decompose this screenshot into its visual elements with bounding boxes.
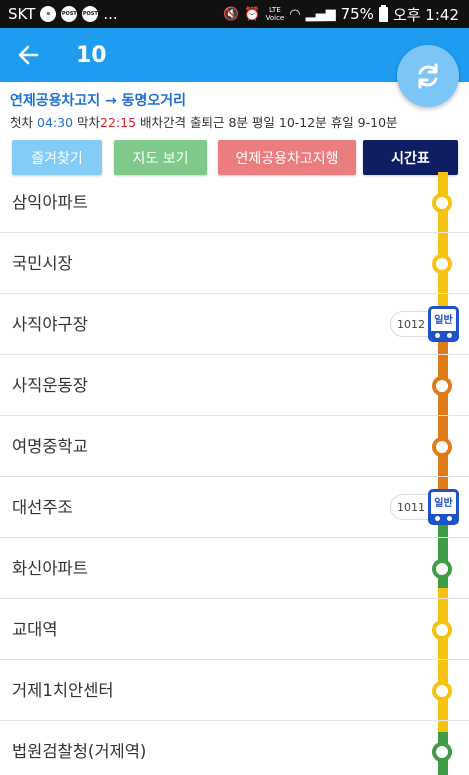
bus-wheel (447, 516, 452, 521)
stop-name: 사직야구장 (12, 315, 88, 334)
route-schedule: 첫차 04:30 막차22:15 배차간격 출퇴근 8분 평일 10-12분 휴… (10, 112, 398, 134)
stop-name: 교대역 (12, 620, 58, 639)
stop-row[interactable]: 화신아파트 (0, 538, 469, 599)
stop-node (432, 559, 452, 579)
stop-row[interactable]: 교대역 (0, 599, 469, 660)
route-info: 연제공용차고지 → 동명오거리 첫차 04:30 막차22:15 배차간격 출퇴… (10, 90, 398, 134)
bus-type-label: 일반 (434, 315, 453, 326)
stop-name: 사직운동장 (12, 376, 88, 395)
bus-wheel (435, 516, 440, 521)
bus-type-label: 일반 (434, 498, 453, 509)
bus-icon[interactable]: 일반 (428, 489, 459, 525)
stop-row[interactable]: 삼익아파트 (0, 172, 469, 233)
battery-percent: 75% (340, 5, 374, 23)
refresh-button[interactable] (397, 45, 459, 107)
refresh-icon (418, 63, 438, 89)
chat-icon: ≋ (40, 6, 57, 22)
carrier-label: SKT (8, 5, 36, 23)
stop-node (432, 254, 452, 274)
route-direction: 연제공용차고지 → 동명오거리 (10, 93, 187, 109)
timetable-button[interactable]: 시간표 (363, 140, 458, 175)
stop-name: 대선주조 (12, 498, 73, 517)
status-right: 🔇 ⏰ LTE Voice ◠ ▂▄▆ 75% 오후 1:42 (223, 4, 459, 25)
arrow-left-icon (18, 45, 39, 65)
status-left: SKT ≋ POST POST ... (8, 5, 118, 23)
favorite-button[interactable]: 즐겨찾기 (12, 140, 102, 175)
stop-row[interactable]: 국민시장 (0, 233, 469, 294)
map-view-button[interactable]: 지도 보기 (114, 140, 207, 175)
voice-label: Voice (265, 14, 285, 22)
more-notifications: ... (103, 5, 118, 23)
alarm-icon: ⏰ (244, 6, 261, 22)
stop-node (432, 376, 452, 396)
stop-row[interactable]: 거제1치안센터 (0, 660, 469, 721)
bus-icon[interactable]: 일반 (428, 306, 459, 342)
bus-interval: 배차간격 출퇴근 8분 평일 10-12분 휴일 9-10분 (140, 115, 398, 130)
bus-wheel (447, 333, 452, 338)
stop-name: 국민시장 (12, 254, 73, 273)
signal-icon: ▂▄▆ (305, 6, 336, 22)
stop-row[interactable]: 법원검찰청(거제역) (0, 721, 469, 775)
stop-name: 법원검찰청(거제역) (12, 742, 147, 761)
stop-row[interactable]: 여명중학교 (0, 416, 469, 477)
mute-icon: 🔇 (223, 6, 240, 22)
battery-icon (378, 4, 388, 22)
volte-icon: LTE Voice (266, 6, 285, 22)
stop-node (432, 437, 452, 457)
first-bus-label: 첫차 (10, 115, 34, 130)
stop-node (432, 742, 452, 762)
stop-name: 거제1치안센터 (12, 681, 114, 700)
post-icon-2: POST (82, 6, 99, 22)
last-bus-label: 막차 (77, 115, 101, 130)
stop-row[interactable]: 사직운동장 (0, 355, 469, 416)
bus-wheel (435, 333, 440, 338)
stop-node (432, 620, 452, 640)
clock: 오후 1:42 (392, 5, 459, 24)
status-bar: SKT ≋ POST POST ... 🔇 ⏰ LTE Voice ◠ ▂▄▆ … (0, 0, 469, 28)
stop-node (432, 193, 452, 213)
stop-name: 삼익아파트 (12, 193, 88, 212)
stop-node (432, 681, 452, 701)
stop-list: 삼익아파트 국민시장 사직야구장 사직운동장 여명중학교 대선주조 화신아파트 … (0, 172, 469, 775)
stop-name: 화신아파트 (12, 559, 88, 578)
destination-button[interactable]: 연제공용차고지행 (218, 140, 356, 175)
route-number: 10 (76, 42, 107, 68)
last-bus-time: 22:15 (100, 115, 137, 130)
post-icon: POST (61, 6, 78, 22)
lte-label: LTE (269, 6, 281, 14)
first-bus-time: 04:30 (37, 115, 74, 130)
back-button[interactable] (0, 28, 56, 82)
wifi-icon: ◠ (289, 6, 301, 22)
stop-name: 여명중학교 (12, 437, 88, 456)
